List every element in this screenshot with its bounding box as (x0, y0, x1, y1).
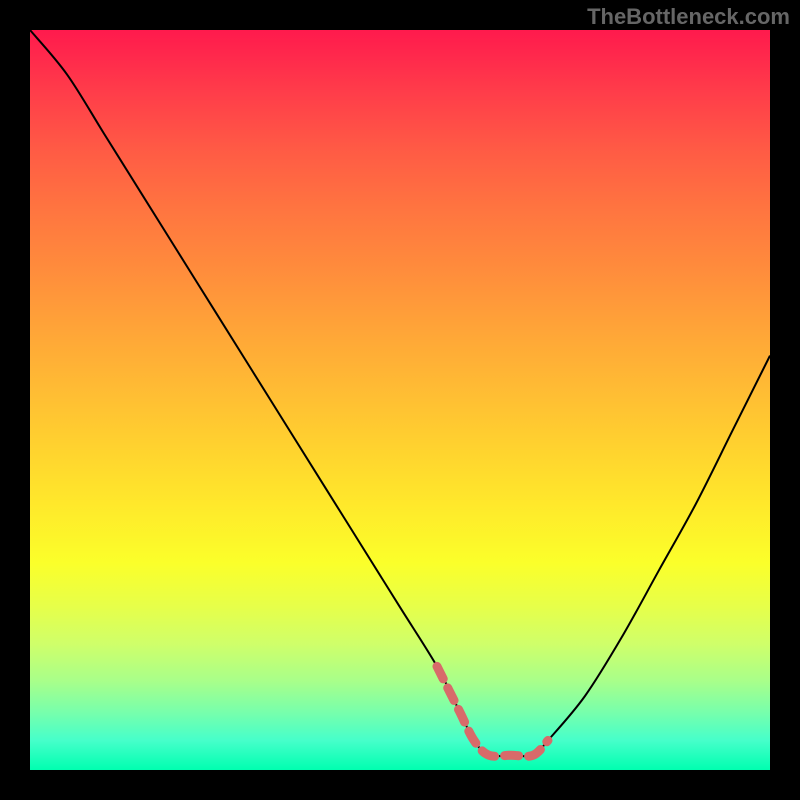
chart-svg (30, 30, 770, 770)
bottleneck-curve (30, 30, 770, 756)
watermark-text: TheBottleneck.com (587, 4, 790, 30)
plot-area (30, 30, 770, 770)
optimal-range-marker (437, 666, 548, 756)
